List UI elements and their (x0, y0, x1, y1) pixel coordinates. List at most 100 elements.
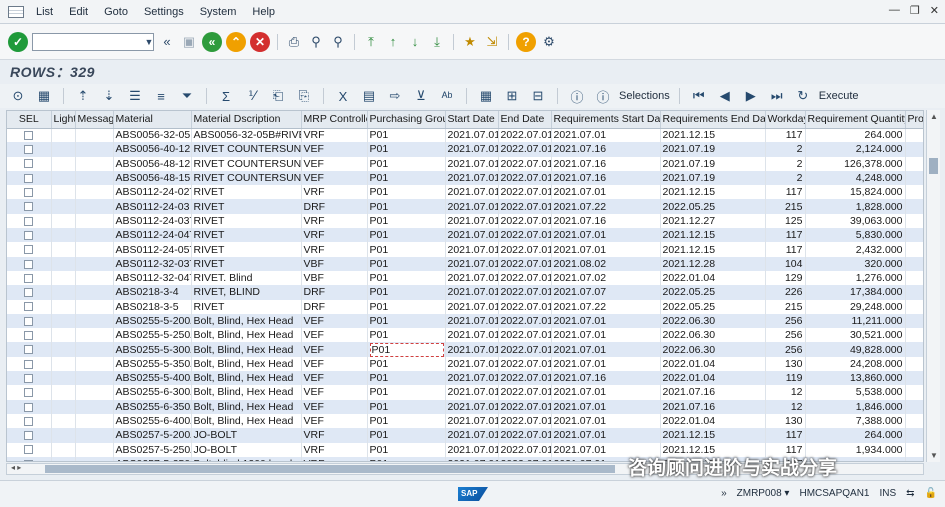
mrp-controller-cell[interactable]: VEF (301, 142, 368, 157)
light-cell[interactable] (51, 170, 76, 186)
col-header-req-start-date[interactable]: Requirements Start Date (551, 111, 661, 129)
workday-cell[interactable]: 12 (765, 385, 806, 400)
start-date-cell[interactable]: 2021.07.01 (445, 413, 499, 429)
message-cell[interactable] (75, 185, 114, 200)
end-date-cell[interactable]: 2022.07.01 (498, 428, 552, 443)
end-date-cell[interactable]: 2022.07.01 (498, 170, 552, 186)
col-header-material[interactable]: Material (113, 111, 192, 129)
help-icon[interactable]: ? (516, 31, 536, 52)
row-checkbox[interactable] (24, 273, 34, 283)
material-cell[interactable]: ABS0255-5-250Z (113, 328, 192, 343)
scroll-left-right-icon[interactable]: ◂ ▸ (11, 463, 21, 472)
req-end-date-cell[interactable]: 2021.12.15 (660, 428, 766, 443)
end-date-cell[interactable]: 2022.07.01 (498, 313, 552, 329)
start-date-cell[interactable]: 2021.07.01 (445, 299, 499, 314)
status-transaction[interactable]: ZMRP008 ▾ (737, 488, 790, 499)
workday-cell[interactable]: 117 (765, 185, 806, 200)
message-cell[interactable] (75, 328, 114, 343)
material-cell[interactable]: ABS0255-5-300Z (113, 342, 192, 357)
req-end-date-cell[interactable]: 2021.07.19 (660, 156, 766, 171)
purchasing-group-cell[interactable]: P01 (367, 342, 446, 357)
table-row[interactable]: ABS0112-24-03T RIVET VRF P01 2021.07.01 2022.… (7, 213, 923, 229)
purchasing-group-cell[interactable]: P01 (367, 228, 446, 243)
req-end-date-cell[interactable]: 2021.12.15 (660, 228, 766, 243)
row-checkbox[interactable] (24, 145, 34, 155)
message-cell[interactable] (75, 442, 114, 457)
start-date-cell[interactable]: 2021.07.01 (445, 142, 499, 157)
end-date-cell[interactable]: 2022.07.01 (498, 371, 552, 386)
start-date-cell[interactable]: 2021.07.01 (445, 313, 499, 329)
proc-cell[interactable] (905, 228, 923, 243)
mrp-controller-cell[interactable]: VEF (301, 313, 368, 329)
purchasing-group-cell[interactable]: P01 (367, 428, 446, 443)
table-row[interactable]: ABS0255-5-250Z Bolt, Blind, Hex Head VEF P0… (7, 328, 923, 343)
vertical-scrollbar[interactable]: ▲ ▼ (926, 110, 940, 462)
mrp-controller-cell[interactable]: VEF (301, 356, 368, 372)
message-cell[interactable] (75, 342, 114, 357)
last-record-icon[interactable]: ⏭ (767, 87, 787, 105)
command-field[interactable] (32, 32, 154, 51)
req-start-date-cell[interactable]: 2021.07.01 (551, 428, 661, 443)
proc-cell[interactable] (905, 313, 923, 329)
row-select-cell[interactable] (7, 356, 52, 372)
mrp-controller-cell[interactable]: VEF (301, 342, 368, 357)
table-row[interactable]: ABS0218-3-4 RIVET, BLIND DRF P01 2021.07.01 2… (7, 285, 923, 300)
material-cell[interactable]: ABS0255-5-400Z (113, 371, 192, 386)
end-date-cell[interactable]: 2022.07.01 (498, 385, 552, 400)
menu-icon[interactable] (8, 5, 24, 18)
end-date-cell[interactable]: 2022.07.01 (498, 442, 552, 457)
material-cell[interactable]: ABS0112-32-03T (113, 256, 192, 271)
horizontal-scroll-thumb[interactable] (45, 465, 615, 473)
purchasing-group-cell[interactable]: P01 (367, 399, 446, 414)
req-end-date-cell[interactable]: 2022.06.30 (660, 328, 766, 343)
col-header-purchasing-group[interactable]: Purchasing Group (367, 111, 446, 129)
last-page-icon[interactable]: ⤓ (428, 33, 446, 51)
mrp-controller-cell[interactable]: VRF (301, 128, 368, 143)
req-end-date-cell[interactable]: 2022.01.04 (660, 356, 766, 372)
col-header-proc[interactable]: Proc (905, 111, 923, 129)
row-select-cell[interactable] (7, 128, 52, 143)
light-cell[interactable] (51, 256, 76, 271)
export-icon[interactable]: ⎘ (294, 87, 314, 105)
local-file-icon[interactable]: ⇨ (385, 87, 405, 105)
row-select-cell[interactable] (7, 256, 52, 271)
purchasing-group-cell[interactable]: P01 (367, 185, 446, 200)
purchasing-group-cell[interactable]: P01 (367, 413, 446, 429)
start-date-cell[interactable]: 2021.07.01 (445, 128, 499, 143)
quantity-cell[interactable]: 39,063.000 (805, 213, 906, 229)
quantity-cell[interactable]: 264.000 (805, 128, 906, 143)
material-cell[interactable]: ABS0218-3-4 (113, 285, 192, 300)
row-checkbox[interactable] (24, 359, 34, 369)
workday-cell[interactable]: 2 (765, 170, 806, 186)
description-cell[interactable]: Bolt, Blind, Hex Head (191, 371, 302, 386)
row-checkbox[interactable] (24, 431, 34, 441)
description-cell[interactable]: Bolt, Blind, Hex Head (191, 413, 302, 429)
workday-cell[interactable]: 104 (765, 256, 806, 271)
start-date-cell[interactable]: 2021.07.01 (445, 442, 499, 457)
mrp-controller-cell[interactable]: DRF (301, 199, 368, 214)
mrp-controller-cell[interactable]: VRF (301, 456, 368, 461)
description-cell[interactable]: Bolt, Blind, Hex Head (191, 313, 302, 329)
row-checkbox[interactable] (24, 459, 34, 461)
workday-cell[interactable]: 117 (765, 228, 806, 243)
menu-settings[interactable]: Settings (136, 6, 192, 18)
quantity-cell[interactable]: 264.000 (805, 428, 906, 443)
start-date-cell[interactable]: 2021.07.01 (445, 228, 499, 243)
info-icon[interactable]: ⓘ (567, 87, 587, 105)
collapse-command-icon[interactable]: « (158, 33, 176, 51)
quantity-cell[interactable]: 11,211.000 (805, 313, 906, 329)
proc-cell[interactable] (905, 413, 923, 429)
req-end-date-cell[interactable]: 2022.06.30 (660, 342, 766, 357)
quantity-cell[interactable]: 320.000 (805, 256, 906, 271)
mrp-controller-cell[interactable]: VEF (301, 170, 368, 186)
description-cell[interactable]: RIVET (191, 256, 302, 271)
row-select-cell[interactable] (7, 399, 52, 414)
table-row[interactable]: ABS0255-6-300Z Bolt, Blind, Hex Head VEF P0… (7, 385, 923, 400)
workday-cell[interactable]: 12 (765, 399, 806, 414)
message-cell[interactable] (75, 256, 114, 271)
purchasing-group-cell[interactable]: P01 (367, 371, 446, 386)
message-cell[interactable] (75, 170, 114, 186)
mrp-controller-cell[interactable]: VRF (301, 428, 368, 443)
end-date-cell[interactable]: 2022.07.01 (498, 156, 552, 171)
quantity-cell[interactable]: 2,432.000 (805, 242, 906, 257)
